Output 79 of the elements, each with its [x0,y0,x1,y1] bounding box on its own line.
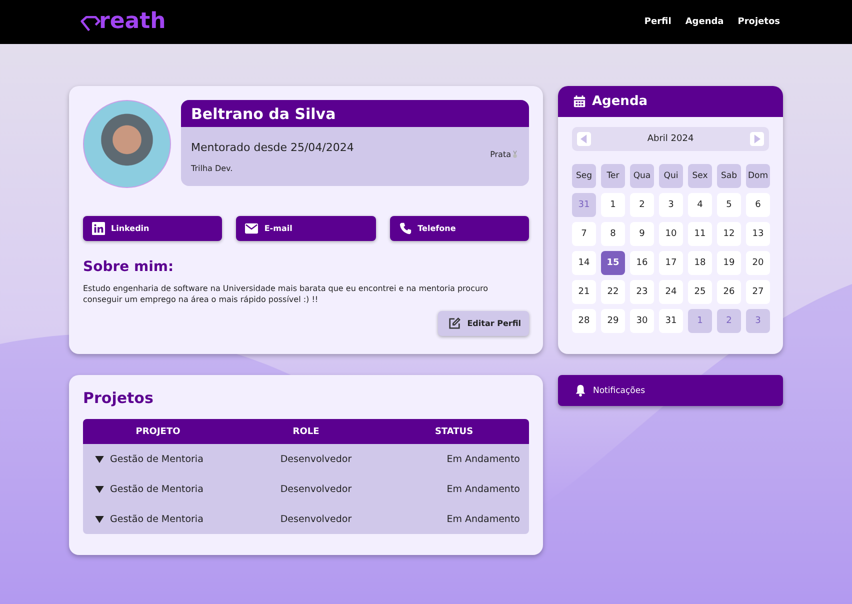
calendar-day[interactable]: 8 [601,222,625,246]
project-name: Gestão de Mentoria [110,484,204,494]
edit-icon [448,317,462,330]
calendar-day[interactable]: 16 [630,251,654,275]
calendar-day[interactable]: 28 [572,309,596,333]
projects-heading: Projetos [83,389,154,407]
column-header: STATUS [434,426,474,436]
calendar-day[interactable]: 6 [746,193,770,217]
edit-profile-button[interactable]: Editar Perfil [438,311,529,336]
weekday-label: Seg [572,164,596,188]
calendar-day[interactable]: 4 [688,193,712,217]
column-header: ROLE [292,426,320,436]
calendar-day[interactable]: 26 [717,280,741,304]
about-heading: Sobre mim: [83,259,175,275]
user-name: Beltrano da Silva [191,105,336,123]
calendar-day[interactable]: 20 [746,251,770,275]
calendar-day[interactable]: 17 [659,251,683,275]
calendar-day[interactable]: 7 [572,222,596,246]
status-cell-text: Em Andamento [446,454,521,464]
calendar-day[interactable]: 1 [601,193,625,217]
calendar-day[interactable]: 9 [630,222,654,246]
medal-icon [512,150,518,159]
calendar-day[interactable]: 22 [601,280,625,304]
envelope-icon [245,222,258,235]
calendar-day[interactable]: 24 [659,280,683,304]
calendar-day[interactable]: 15 [601,251,625,275]
linkedin-icon [92,222,105,235]
calendar-day[interactable]: 18 [688,251,712,275]
calendar-day[interactable]: 30 [630,309,654,333]
project-name: Gestão de Mentoria [110,454,204,464]
calendar-day[interactable]: 21 [572,280,596,304]
calendar-icon [573,95,586,108]
weekday-label: Qua [630,164,654,188]
contact-button[interactable]: Linkedin [83,216,222,241]
weekday-label: Sab [717,164,741,188]
contact-button[interactable]: Telefone [390,216,529,241]
status-cell-text: Em Andamento [446,484,521,494]
calendar-day[interactable]: 12 [717,222,741,246]
phone-icon [398,222,412,235]
role-cell-text: Desenvolvedor [279,454,353,464]
calendar-day[interactable]: 27 [746,280,770,304]
nav-link[interactable]: Perfil [644,17,672,27]
gem-icon [80,15,102,33]
calendar-day[interactable]: 5 [717,193,741,217]
mentee-since: Mentorado desde 25/04/2024 [191,141,355,154]
role-cell-text: Desenvolvedor [279,514,353,524]
calendar-day[interactable]: 23 [630,280,654,304]
weekday-label: Sex [688,164,712,188]
track-label: Trilha Dev. [191,164,234,173]
calendar-day[interactable]: 2 [630,193,654,217]
notifications-button[interactable]: Notificações [558,375,783,406]
calendar-day[interactable]: 25 [688,280,712,304]
project-name: Gestão de Mentoria [110,514,204,524]
calendar-day[interactable]: 11 [688,222,712,246]
expand-triangle-icon[interactable] [95,486,104,492]
nav-link[interactable]: Projetos [738,17,780,27]
status-cell-text: Em Andamento [446,514,521,524]
tier-label: Prata [490,150,511,159]
nav-link[interactable]: Agenda [685,17,724,27]
brand-name: reath [99,11,166,33]
calendar-day[interactable]: 29 [601,309,625,333]
calendar-day[interactable]: 19 [717,251,741,275]
role-cell-text: Desenvolvedor [279,484,353,494]
about-text: Estudo engenharia de software na Universidade mais barata que eu encontrei e na mentoria procuro conseguir um emprego na área o mais rápido possível :) !! [83,283,490,305]
column-header: PROJETO [134,426,182,436]
agenda-title: Agenda [592,94,648,109]
calendar-day[interactable]: 10 [659,222,683,246]
weekday-label: Qui [659,164,683,188]
calendar-day[interactable]: 14 [572,251,596,275]
weekday-label: Dom [746,164,770,188]
bell-icon [574,384,587,397]
weekday-label: Ter [601,164,625,188]
expand-triangle-icon[interactable] [95,516,104,522]
calendar-day[interactable]: 31 [659,309,683,333]
calendar-day[interactable]: 3 [659,193,683,217]
month-label: Abril 2024 [647,134,694,144]
contact-button[interactable]: E-mail [236,216,376,241]
calendar-day[interactable]: 13 [746,222,770,246]
expand-triangle-icon[interactable] [95,456,104,462]
